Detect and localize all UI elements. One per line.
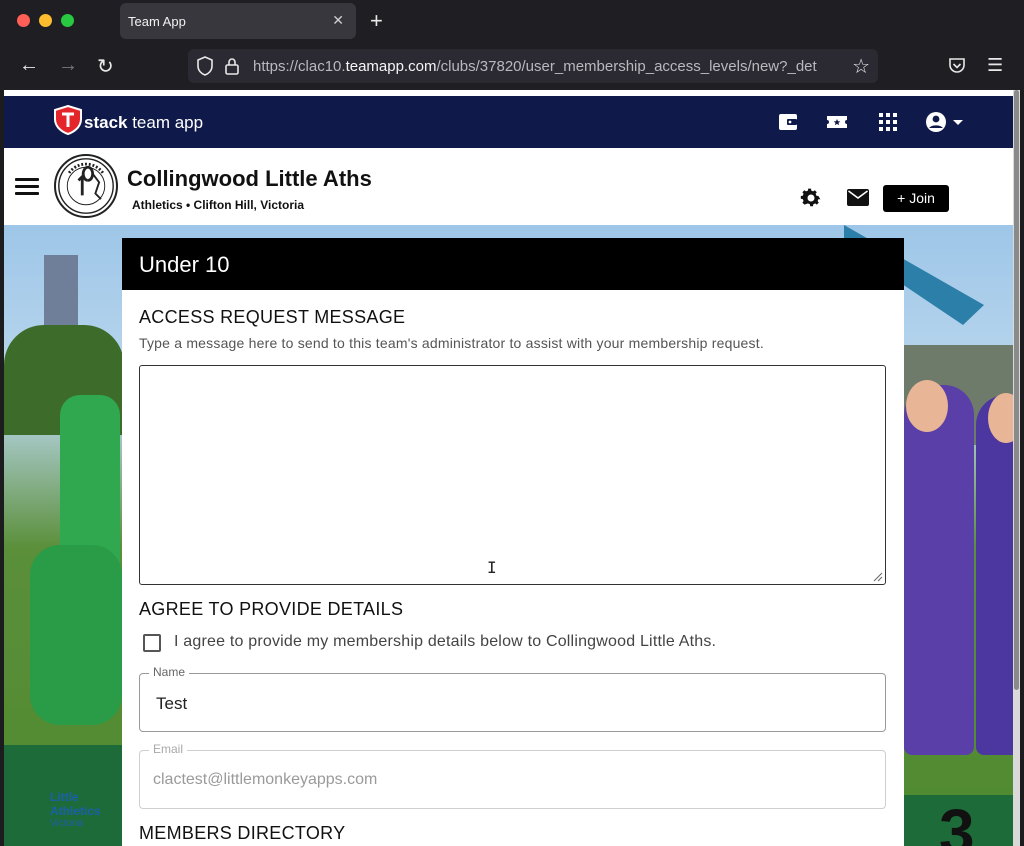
resize-grip-icon[interactable] [873,572,883,582]
members-directory-heading: MEMBERS DIRECTORY [139,823,346,843]
back-button[interactable]: ← [19,54,39,77]
web-page: stack team app Collingwood Little Aths A… [4,90,1020,846]
url-text[interactable]: https://clac10.teamapp.com/clubs/37820/u… [253,58,840,75]
close-window-button[interactable] [17,14,30,27]
browser-toolbar: Team App ✕ + ← → ↻ https://clac10.teamap… [0,0,1024,90]
bg-kid-right-1 [904,385,974,755]
bg-face-1 [906,380,948,432]
agree-checkbox[interactable] [143,634,161,652]
membership-request-card: Under 10 ACCESS REQUEST MESSAGE Type a m… [122,238,904,846]
email-field-value: clactest@littlemonkeyapps.com [153,771,378,788]
agree-label[interactable]: I agree to provide my membership details… [174,633,716,651]
club-header: Collingwood Little Aths Athletics • Clif… [4,148,1020,225]
agree-heading: AGREE TO PROVIDE DETAILS [139,599,404,619]
bg-kid-left-2 [30,545,122,725]
little-athletics-logo: Little Athletics Victoria [10,790,110,840]
la-logo-line-3: Victoria [50,818,84,829]
maximize-window-button[interactable] [61,14,74,27]
name-field[interactable]: Name Test [139,665,886,732]
wallet-icon[interactable] [777,111,799,133]
hamburger-menu-icon[interactable] [15,178,39,196]
name-field-label: Name [149,665,190,679]
forward-button[interactable]: → [58,54,78,77]
la-logo-line-2: Athletics [50,804,101,818]
gear-icon[interactable] [799,186,823,210]
url-host: teamapp.com [345,58,437,75]
minimize-window-button[interactable] [39,14,52,27]
url-path: /clubs/37820/user_membership_access_leve… [436,58,817,75]
name-field-value: Test [156,694,188,713]
mail-icon[interactable] [847,189,869,206]
app-header: stack team app [4,96,1020,148]
tab-title: Team App [128,14,186,29]
new-tab-button[interactable]: + [370,8,383,34]
reload-button[interactable]: ↻ [97,54,114,79]
scrollbar-thumb[interactable] [1014,90,1019,690]
address-bar[interactable]: https://clac10.teamapp.com/clubs/37820/u… [188,49,878,83]
lock-icon[interactable] [224,57,240,75]
card-title: Under 10 [139,252,230,277]
bookmark-star-icon[interactable]: ☆ [852,54,870,79]
access-request-message-input[interactable]: I [139,365,886,585]
card-header: Under 10 [122,238,904,290]
join-button[interactable]: + Join [883,185,949,212]
podium-number: 3 [939,796,975,846]
brand-shield-icon [54,105,82,135]
access-request-help: Type a message here to send to this team… [139,335,764,351]
email-field[interactable]: Email clactest@littlemonkeyapps.com [139,742,886,809]
pocket-icon[interactable] [947,56,967,76]
apps-grid-icon[interactable] [877,111,899,133]
account-dropdown-icon[interactable] [924,111,968,133]
text-cursor-icon: I [487,558,497,577]
club-subtitle: Athletics • Clifton Hill, Victoria [132,198,305,212]
brand-rest-text: team app [127,113,204,132]
brand-bold-text: stack [84,113,128,132]
ticket-icon[interactable] [826,111,848,133]
url-prefix: https://clac10. [253,58,346,75]
shield-icon[interactable] [196,56,214,76]
browser-tab[interactable]: Team App ✕ [120,3,356,39]
browser-menu-button[interactable]: ☰ [987,55,1003,76]
email-field-label: Email [149,742,188,756]
club-logo[interactable] [54,154,118,218]
tab-close-icon[interactable]: ✕ [332,12,344,29]
page-scrollbar[interactable] [1013,90,1020,846]
access-request-heading: ACCESS REQUEST MESSAGE [139,307,406,327]
la-logo-line-1: Little [50,790,79,804]
club-name[interactable]: Collingwood Little Aths [127,166,372,192]
